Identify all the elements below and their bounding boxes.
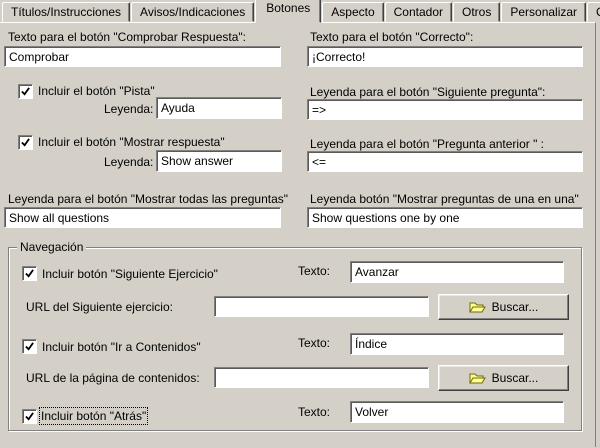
- tab-page-border: [0, 22, 596, 447]
- tab-otros[interactable]: Otros: [453, 2, 500, 22]
- tab-personalizar[interactable]: Personalizar: [501, 2, 586, 22]
- tab-avisos-indicaciones[interactable]: Avisos/Indicaciones: [131, 2, 254, 22]
- tab-cgi[interactable]: CGI: [587, 2, 600, 22]
- tab-aspecto[interactable]: Aspecto: [322, 2, 383, 22]
- tab-titulos-instrucciones[interactable]: Títulos/Instrucciones: [2, 2, 130, 22]
- tab-bar: Títulos/Instrucciones Avisos/Indicacione…: [0, 0, 600, 22]
- tab-botones[interactable]: Botones: [255, 0, 321, 23]
- tab-contador[interactable]: Contador: [385, 2, 452, 22]
